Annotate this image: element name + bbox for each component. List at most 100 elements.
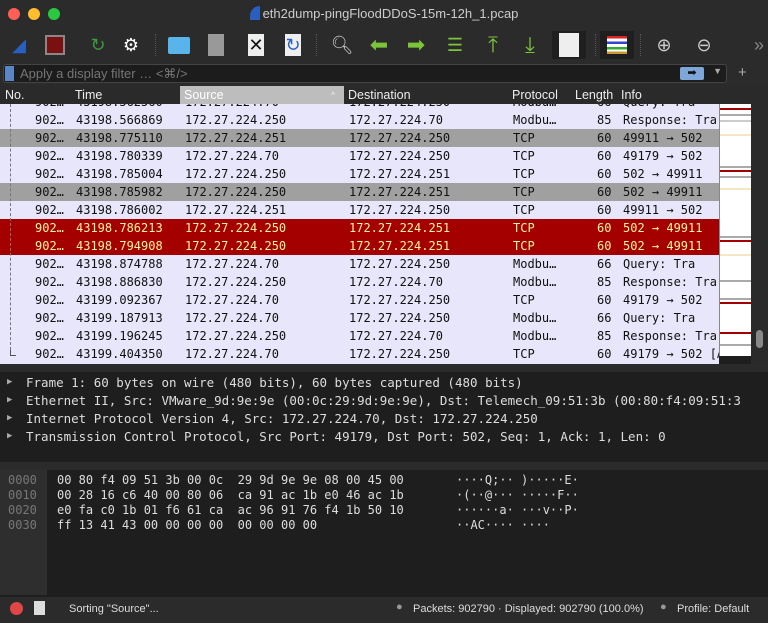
zoom-out-icon[interactable]: ⊖ — [690, 31, 718, 59]
hex-bytes[interactable]: 00 80 f4 09 51 3b 00 0c 29 9d 9e 9e 08 0… — [57, 473, 404, 487]
packet-dst: 172.27.224.250 — [349, 104, 450, 109]
packet-row[interactable]: 902… 43198.566869 172.27.224.250 172.27.224… — [0, 111, 719, 129]
packet-time: 43198.794908 — [76, 239, 163, 253]
packet-row[interactable]: 902… 43198.786213 172.27.224.250 172.27.224… — [0, 219, 719, 237]
find-packet-icon[interactable]: 🔍︎ — [328, 31, 356, 59]
detail-ipv4[interactable]: ▶ Internet Protocol Version 4, Src: 172.2… — [0, 410, 768, 428]
packet-proto: Modbu… — [513, 329, 557, 343]
detail-ethernet[interactable]: ▶ Ethernet II, Src: VMware_9d:9e:9e (00:0… — [0, 392, 768, 410]
bookmark-icon[interactable] — [5, 66, 14, 81]
packet-len: 60 — [597, 221, 612, 235]
packet-no: 902… — [35, 221, 64, 235]
hex-bytes[interactable]: ff 13 41 43 00 00 00 00 00 00 00 00 — [57, 518, 317, 532]
column-destination[interactable]: Destination — [348, 88, 411, 102]
shark-fin-start-icon[interactable]: ◢ — [5, 31, 33, 59]
packet-row[interactable]: 902… 43198.886830 172.27.224.250 172.27.224… — [0, 273, 719, 291]
packet-no: 902… — [35, 293, 64, 307]
restart-capture-icon[interactable]: ↻ — [84, 31, 112, 59]
pane-splitter[interactable] — [0, 462, 768, 470]
go-first-icon[interactable]: ⤒ — [479, 31, 507, 59]
column-time[interactable]: Time — [75, 88, 102, 102]
colorize-icon[interactable] — [600, 31, 634, 59]
packet-time: 43198.786002 — [76, 203, 163, 217]
autoscroll-icon[interactable] — [552, 31, 586, 59]
profile-label[interactable]: Profile: Default — [677, 603, 749, 615]
separator-dot-icon: ● — [660, 601, 667, 613]
detail-tcp[interactable]: ▶ Transmission Control Protocol, Src Port… — [0, 428, 768, 446]
packet-row[interactable]: 902… 43199.187913 172.27.224.70 172.27.224.… — [0, 309, 719, 327]
expand-arrow-icon[interactable]: ▶ — [7, 377, 12, 387]
reload-file-icon[interactable]: ↻ — [279, 31, 307, 59]
packet-proto: TCP — [513, 203, 535, 217]
wireshark-icon — [249, 6, 260, 20]
hex-ascii[interactable]: ··AC···· ···· — [456, 518, 550, 532]
packet-minimap[interactable] — [719, 104, 752, 356]
go-last-icon[interactable]: ⤓ — [516, 31, 544, 59]
packet-no: 902… — [35, 113, 64, 127]
status-message: Sorting "Source"... — [69, 603, 159, 615]
hex-ascii[interactable]: ······a· ···v··P· — [456, 503, 579, 517]
column-no[interactable]: No. — [5, 88, 24, 102]
close-file-icon[interactable]: ✕ — [242, 31, 270, 59]
display-filter: ➡ ▼ — [3, 64, 727, 83]
capture-comment-icon[interactable] — [34, 601, 45, 615]
packet-row[interactable]: 902… 43198.780339 172.27.224.70 172.27.224.… — [0, 147, 719, 165]
go-forward-icon[interactable]: ➡ — [402, 31, 430, 59]
packet-time: 43199.196245 — [76, 329, 163, 343]
hex-ascii[interactable]: ·(··@··· ·····F·· — [456, 488, 579, 502]
detail-frame[interactable]: ▶ Frame 1: 60 bytes on wire (480 bits), 6… — [0, 374, 768, 392]
go-to-packet-icon[interactable]: ☰ — [441, 31, 469, 59]
packet-dst: 172.27.224.250 — [349, 149, 451, 163]
packet-dst: 172.27.224.250 — [349, 257, 451, 271]
packet-proto: TCP — [513, 185, 535, 199]
expand-arrow-icon[interactable]: ▶ — [7, 395, 12, 405]
column-protocol[interactable]: Protocol — [512, 88, 558, 102]
hex-bytes[interactable]: 00 28 16 c6 40 00 80 06 ca 91 ac 1b e0 4… — [57, 488, 404, 502]
packet-row[interactable]: 902… 43198.786002 172.27.224.251 172.27.224… — [0, 201, 719, 219]
packet-list-scrollbar[interactable] — [751, 104, 768, 364]
save-file-icon[interactable] — [202, 31, 230, 59]
stop-capture-icon[interactable] — [41, 31, 69, 59]
zoom-in-icon[interactable]: ⊕ — [650, 31, 678, 59]
packet-src: 172.27.224.250 — [185, 329, 287, 343]
packet-row[interactable]: 902… 43198.794908 172.27.224.250 172.27.224… — [0, 237, 719, 255]
packet-row[interactable]: 902… 43199.196245 172.27.224.250 172.27.224… — [0, 327, 719, 345]
detail-text: Ethernet II, Src: VMware_9d:9e:9e (00:0c… — [26, 393, 741, 408]
more-chevron-icon[interactable]: » — [745, 31, 768, 59]
capture-options-gear-icon[interactable]: ⚙ — [117, 31, 145, 59]
expert-info-icon[interactable] — [10, 602, 23, 615]
open-folder-icon[interactable] — [165, 31, 193, 59]
packet-len: 60 — [597, 131, 612, 145]
packet-row[interactable]: 902… 43198.775110 172.27.224.251 172.27.224… — [0, 129, 719, 147]
column-info[interactable]: Info — [621, 88, 642, 102]
expand-arrow-icon[interactable]: ▶ — [7, 413, 12, 423]
expand-arrow-icon[interactable]: ▶ — [7, 431, 12, 441]
filter-history-dropdown-icon[interactable]: ▼ — [713, 66, 722, 76]
packet-info: 502 → 49911 — [623, 167, 703, 181]
packet-time: 43198.785982 — [76, 185, 163, 199]
apply-filter-arrow-icon[interactable]: ➡ — [680, 67, 704, 80]
packet-src: 172.27.224.250 — [185, 275, 287, 289]
packet-row[interactable]: 902… 43198.785004 172.27.224.250 172.27.224… — [0, 165, 719, 183]
packet-row[interactable]: 902… 43198.874788 172.27.224.70 172.27.224.… — [0, 255, 719, 273]
packet-row[interactable]: 902… 43199.404350 172.27.224.70 172.27.224.… — [0, 345, 719, 363]
packet-row[interactable]: 902… 43198.785982 172.27.224.250 172.27.224… — [0, 183, 719, 201]
packet-row[interactable]: 902… 43199.092367 172.27.224.70 172.27.224.… — [0, 291, 719, 309]
packet-info: Response: Tra — [623, 113, 717, 127]
pane-splitter[interactable] — [0, 364, 768, 372]
go-back-icon[interactable]: ⬅ — [365, 31, 393, 59]
hex-bytes[interactable]: e0 fa c0 1b 01 f6 61 ca ac 96 91 76 f4 1… — [57, 503, 404, 517]
scrollbar-thumb[interactable] — [756, 330, 763, 348]
packet-proto: TCP — [513, 239, 535, 253]
packet-proto: TCP — [513, 293, 535, 307]
add-filter-button[interactable]: + — [738, 64, 747, 81]
packet-info: Query: Tra — [623, 311, 696, 325]
column-length[interactable]: Length — [575, 88, 615, 102]
column-source[interactable]: Source — [184, 88, 224, 102]
hex-ascii[interactable]: ····Q;·· )·····E· — [456, 473, 579, 487]
packet-src: 172.27.224.70 — [185, 293, 279, 307]
packet-row[interactable]: 902… 43198.562560 172.27.224.70 172.27.224.… — [0, 104, 719, 111]
packet-time: 43198.785004 — [76, 167, 163, 181]
packet-no: 902… — [35, 203, 64, 217]
display-filter-input[interactable] — [20, 66, 660, 81]
